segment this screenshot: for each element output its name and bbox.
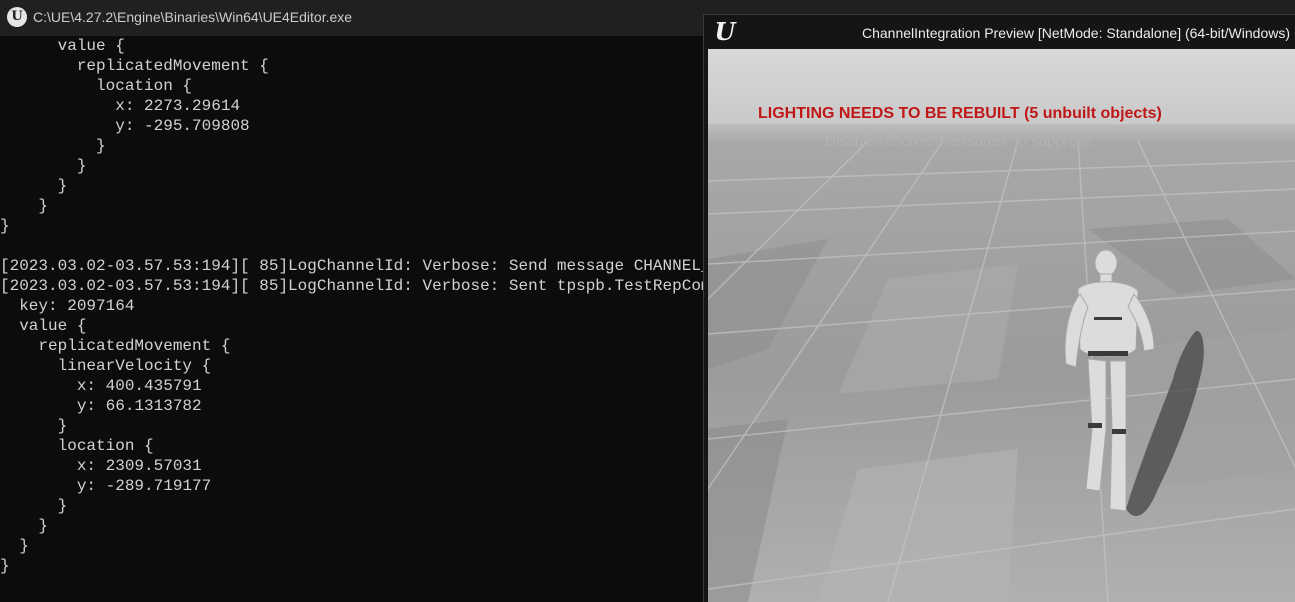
console-line: x: 2273.29614: [0, 97, 241, 115]
preview-window: U ChannelIntegration Preview [NetMode: S…: [703, 14, 1295, 602]
console-line: }: [0, 197, 49, 215]
console-title: C:\UE\4.27.2\Engine\Binaries\Win64\UE4Ed…: [33, 9, 353, 25]
console-line: location {: [0, 437, 154, 455]
console-line: [2023.03.02-03.57.53:194][ 85]LogChannel…: [0, 257, 703, 275]
console-line: x: 2309.57031: [0, 457, 202, 475]
preview-title: ChannelIntegration Preview [NetMode: Sta…: [862, 25, 1291, 41]
console-line: }: [0, 137, 106, 155]
console-line: value {: [0, 37, 125, 55]
console-output[interactable]: value { replicatedMovement { location { …: [0, 36, 703, 601]
console-line: y: 66.1313782: [0, 397, 202, 415]
console-line: }: [0, 537, 29, 555]
console-line: }: [0, 157, 87, 175]
console-line: y: -295.709808: [0, 117, 250, 135]
console-line: }: [0, 497, 68, 515]
console-line: replicatedMovement {: [0, 57, 269, 75]
console-line: [2023.03.02-03.57.53:194][ 85]LogChannel…: [0, 277, 703, 295]
console-line: value {: [0, 317, 87, 335]
console-line: linearVelocity {: [0, 357, 212, 375]
console-line: }: [0, 557, 10, 575]
console-line: }: [0, 177, 68, 195]
console-line: }: [0, 517, 49, 535]
preview-titlebar[interactable]: U ChannelIntegration Preview [NetMode: S…: [704, 15, 1295, 49]
console-line: replicatedMovement {: [0, 337, 231, 355]
player-character: [1064, 249, 1204, 517]
console-line: }: [0, 217, 10, 235]
console-line: location {: [0, 77, 193, 95]
console-line: y: -289.719177: [0, 477, 212, 495]
console-line: key: 2097164: [0, 297, 135, 315]
game-viewport[interactable]: LIGHTING NEEDS TO BE REBUILT (5 unbuilt …: [708, 49, 1295, 602]
unreal-app-icon: U: [7, 7, 27, 27]
console-line: x: 400.435791: [0, 377, 202, 395]
console-line: }: [0, 417, 68, 435]
unreal-logo-icon: U: [714, 17, 736, 46]
